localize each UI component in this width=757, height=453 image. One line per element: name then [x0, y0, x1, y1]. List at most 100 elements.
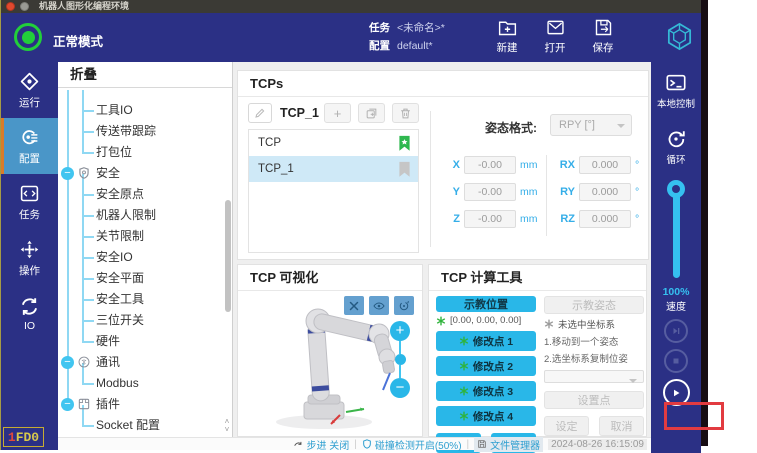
zoom-in-button[interactable]: [390, 321, 410, 341]
nav-item[interactable]: IO: [1, 286, 58, 342]
step-mode-status[interactable]: 步进 关闭: [293, 437, 349, 452]
set-button-right[interactable]: 设定: [544, 416, 589, 436]
reset-view-button[interactable]: [394, 296, 414, 315]
tree-item[interactable]: 安全工具: [58, 289, 232, 310]
bookmark-icon[interactable]: [398, 135, 411, 151]
close-window-icon[interactable]: [6, 2, 15, 11]
viz-3d-view[interactable]: [238, 291, 422, 436]
tree-item[interactable]: 三位开关: [58, 310, 232, 331]
tree-item[interactable]: 打包位: [58, 142, 232, 163]
delete-tcp-button[interactable]: [392, 103, 419, 123]
nav-item[interactable]: 配置: [1, 118, 58, 174]
local-control-label: 本地控制: [657, 96, 695, 110]
header-action-button[interactable]: 打开: [535, 17, 575, 59]
tcp-list-item[interactable]: TCP_1: [249, 156, 418, 182]
header-action-button[interactable]: 新建: [487, 17, 527, 59]
tcp-item-name: TCP_1: [258, 163, 294, 175]
tree-item[interactable]: 安全原点: [58, 184, 232, 205]
collision-detection-status[interactable]: 碰撞检测开启(50%): [362, 437, 462, 452]
modify-point-label: 修改点 4: [473, 409, 513, 424]
teach-pose-button[interactable]: 示教姿态: [544, 296, 644, 314]
pose-format-select[interactable]: RPY [°]: [550, 114, 632, 136]
calc-panel-title: TCP 计算工具: [429, 265, 646, 291]
tree-item[interactable]: 通讯: [58, 352, 232, 373]
bookmark-icon[interactable]: [398, 161, 411, 177]
status-separator: |: [467, 439, 470, 450]
play-button[interactable]: [663, 379, 690, 406]
mode-label: 正常模式: [53, 31, 103, 50]
header-bar: 正常模式 任务<未命名>* 配置default* 新建 打开: [1, 13, 701, 62]
set-point-button[interactable]: 设置点: [544, 391, 644, 409]
modify-point-button[interactable]: 修改点 3: [436, 381, 536, 401]
tree-item[interactable]: 硬件: [58, 331, 232, 352]
nav-item-label: 配置: [19, 151, 40, 166]
speed-label: 速度: [663, 298, 690, 313]
add-tcp-button[interactable]: [324, 103, 351, 123]
task-code-icon: [19, 183, 40, 204]
speed-slider[interactable]: [667, 180, 685, 280]
nav-item[interactable]: 操作: [1, 230, 58, 286]
step-forward-button[interactable]: [664, 319, 688, 343]
header-action-label: 新建: [497, 40, 518, 55]
tcps-panel-body: TCP_1 TCP TCP_1 姿态格式:: [238, 97, 648, 260]
run-icon: [19, 71, 40, 92]
modify-point-label: 修改点 2: [473, 359, 513, 374]
zoom-slider-handle[interactable]: [395, 354, 406, 365]
field-input[interactable]: -0.00: [464, 183, 516, 201]
tree-item[interactable]: [58, 90, 232, 100]
tree-item[interactable]: 关节限制: [58, 226, 232, 247]
frame-select[interactable]: [544, 370, 644, 383]
tree-item-label: 通讯: [96, 352, 120, 373]
field-input[interactable]: -0.00: [464, 156, 516, 174]
tree-collapse-header[interactable]: 折叠: [58, 62, 232, 88]
tree-item[interactable]: 机器人限制: [58, 205, 232, 226]
tree-item[interactable]: 插件: [58, 394, 232, 415]
field-unit: mm: [520, 213, 538, 225]
field-unit: °: [635, 213, 639, 225]
trash-icon: [399, 107, 412, 120]
tree-item-label: Modbus: [96, 373, 139, 394]
move-arrows-icon: [19, 239, 40, 260]
field-label: RZ: [557, 213, 575, 225]
visibility-button[interactable]: [369, 296, 389, 315]
cancel-button-right[interactable]: 取消: [599, 416, 644, 436]
header-action-button[interactable]: 保存: [583, 17, 623, 59]
field-input[interactable]: -0.00: [464, 210, 516, 228]
field-input[interactable]: 0.000: [579, 183, 631, 201]
tree-scrollbar[interactable]: [225, 200, 231, 312]
modify-point-button[interactable]: 修改点 1: [436, 331, 536, 351]
minimize-window-icon[interactable]: [20, 2, 29, 11]
tree-item[interactable]: Modbus: [58, 373, 232, 394]
tree-scroll-arrows[interactable]: ˄˅: [222, 418, 232, 434]
local-control-button[interactable]: 本地控制: [657, 72, 695, 110]
collapse-minus-icon[interactable]: [61, 356, 74, 369]
tree-item[interactable]: 工具IO: [58, 100, 232, 121]
tree-item[interactable]: 传送带跟踪: [58, 121, 232, 142]
config-tree-panel: 折叠: [58, 62, 233, 437]
collapse-minus-icon[interactable]: [61, 167, 74, 180]
stop-button[interactable]: [664, 349, 688, 373]
modify-point-button[interactable]: 修改点 2: [436, 356, 536, 376]
nav-item[interactable]: 任务: [1, 174, 58, 230]
tree-item[interactable]: 安全IO: [58, 247, 232, 268]
tcp-list-item[interactable]: TCP: [249, 130, 418, 156]
tools-button[interactable]: [344, 296, 364, 315]
speed-slider-track[interactable]: [673, 188, 680, 278]
edit-name-button[interactable]: [248, 103, 272, 123]
modify-point-buttons: 修改点 1 修改点 2 修改点 3 修改点 4: [436, 326, 536, 426]
field-input[interactable]: 0.000: [579, 210, 631, 228]
modify-point-button[interactable]: 修改点 4: [436, 406, 536, 426]
collapse-minus-icon[interactable]: [61, 398, 74, 411]
field-input[interactable]: 0.000: [579, 156, 631, 174]
loop-button[interactable]: 循环: [665, 128, 687, 166]
tree-item[interactable]: Socket 配置: [58, 415, 232, 434]
file-manager-status[interactable]: 文件管理器: [474, 437, 543, 452]
tree-item[interactable]: 安全: [58, 163, 232, 184]
speed-slider-handle[interactable]: [667, 180, 685, 198]
tree-item[interactable]: 安全平面: [58, 268, 232, 289]
teach-position-button[interactable]: 示教位置: [436, 296, 536, 312]
zoom-out-button[interactable]: [390, 378, 410, 398]
tree-item-label: 安全IO: [96, 247, 133, 268]
nav-item[interactable]: 运行: [1, 62, 58, 118]
duplicate-tcp-button[interactable]: [358, 103, 385, 123]
